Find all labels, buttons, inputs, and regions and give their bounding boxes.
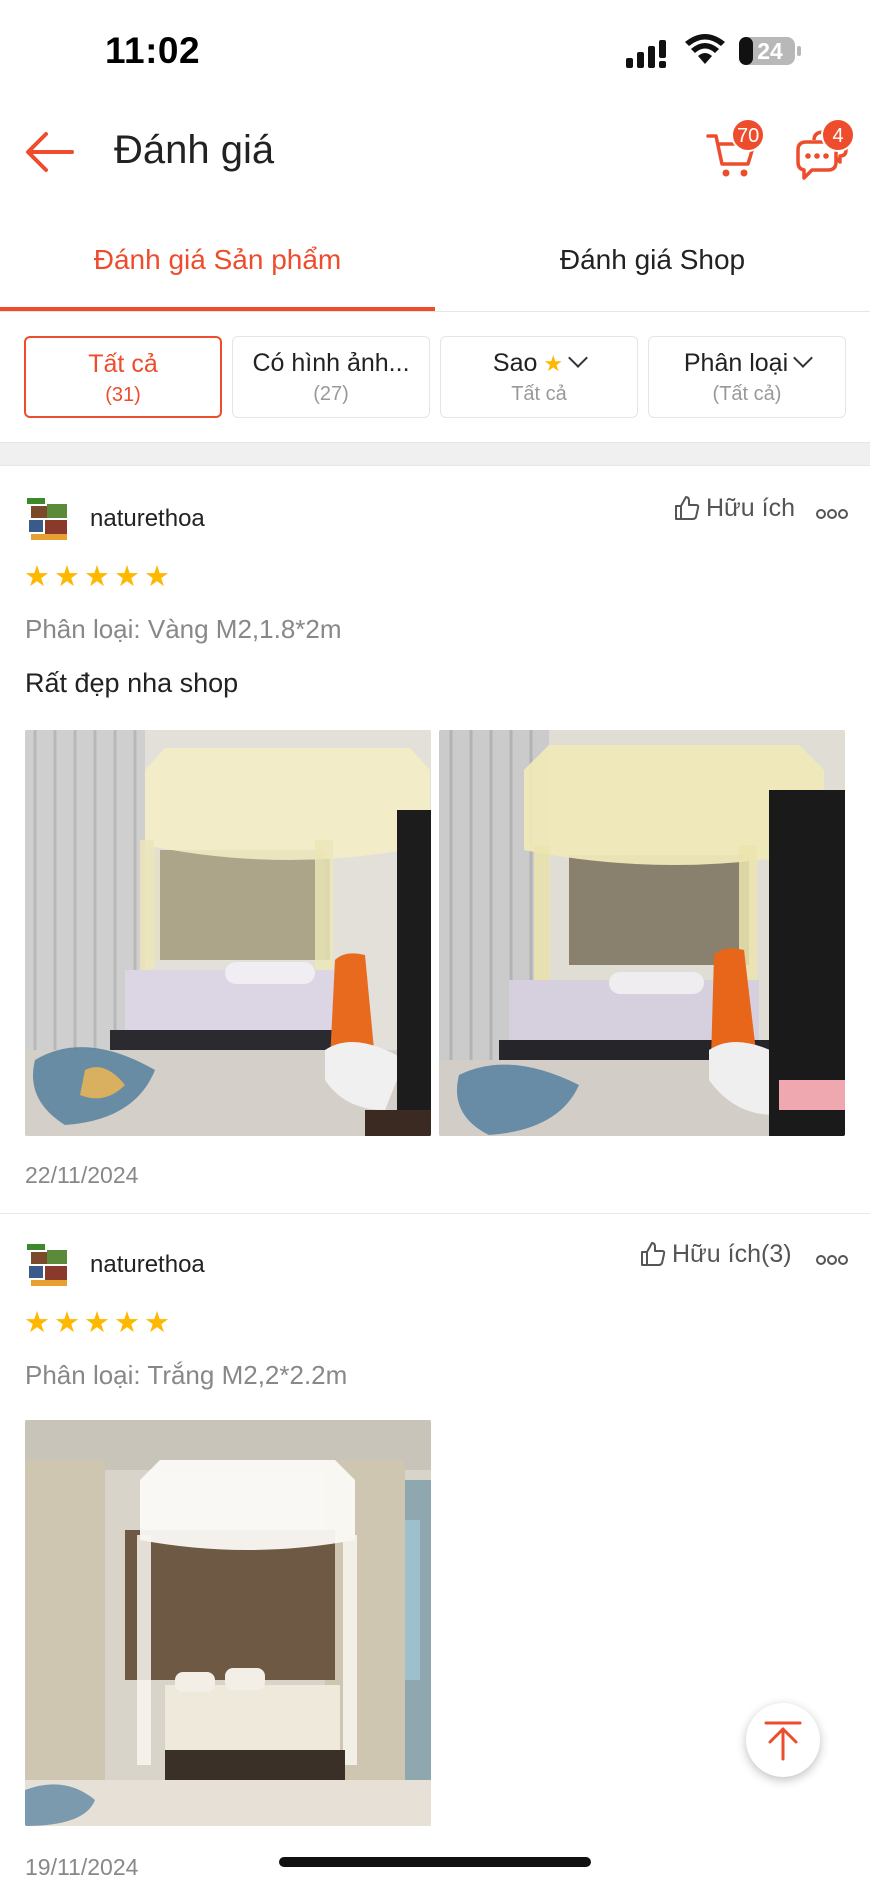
review-username: naturethoa — [90, 1251, 205, 1278]
more-icon[interactable] — [816, 508, 848, 520]
status-bar: 11:02 24 — [0, 0, 870, 100]
filter-with-images-count: (27) — [313, 383, 349, 405]
star-icon: ★ — [54, 1307, 80, 1339]
review-variant: Phân loại: Trắng M2,2*2.2m — [25, 1360, 348, 1390]
star-icon: ★ — [84, 561, 110, 593]
filter-all-count: (31) — [105, 384, 141, 406]
thumbs-up-icon — [641, 1242, 666, 1266]
filter-with-images-label: Có hình ảnh... — [252, 349, 410, 377]
chevron-down-icon — [568, 348, 589, 368]
cart-badge: 70 — [731, 118, 766, 152]
star-icon: ★ — [114, 561, 140, 593]
helpful-label: Hữu ích(3) — [672, 1240, 792, 1268]
star-icon: ★ — [144, 561, 170, 593]
review-variant: Phân loại: Vàng M2,1.8*2m — [25, 614, 342, 644]
more-icon[interactable] — [816, 1254, 848, 1266]
review-comment: Rất đẹp nha shop — [25, 668, 239, 698]
filter-variant[interactable]: Phân loại (Tất cả) — [648, 336, 846, 418]
review-photo[interactable] — [439, 730, 845, 1136]
app-header: Đánh giá 70 4 — [0, 110, 870, 190]
status-time: 11:02 — [105, 30, 201, 71]
tab-shop-reviews[interactable]: Đánh giá Shop — [435, 220, 870, 312]
active-tab-indicator — [0, 307, 435, 311]
star-icon: ★ — [543, 351, 564, 376]
helpful-label: Hữu ích — [706, 494, 795, 522]
filter-bar: Tất cả (31) Có hình ảnh... (27) Sao ★ Tất… — [24, 336, 846, 418]
scroll-to-top-button[interactable] — [746, 1703, 820, 1777]
filter-variant-label: Phân loại — [683, 349, 789, 377]
star-rating: ★ ★ ★ ★ ★ — [24, 1307, 174, 1339]
star-icon: ★ — [144, 1307, 170, 1339]
review-tabs: Đánh giá Sản phẩm Đánh giá Shop — [0, 220, 870, 312]
filter-stars[interactable]: Sao ★ Tất cả — [440, 336, 638, 418]
filter-with-images[interactable]: Có hình ảnh... (27) — [232, 336, 430, 418]
avatar[interactable] — [25, 1242, 71, 1288]
page-title: Đánh giá — [114, 128, 275, 172]
review-photo[interactable] — [25, 1420, 431, 1826]
chat-badge: 4 — [821, 118, 855, 152]
star-rating: ★ ★ ★ ★ ★ — [24, 561, 174, 593]
avatar[interactable] — [25, 496, 71, 542]
star-icon: ★ — [54, 561, 80, 593]
section-divider — [0, 442, 870, 466]
tab-product-reviews[interactable]: Đánh giá Sản phẩm — [0, 220, 435, 312]
filter-all[interactable]: Tất cả (31) — [24, 336, 222, 418]
wifi-icon — [685, 34, 725, 64]
filter-stars-label: Sao — [492, 349, 538, 377]
battery-level: 24 — [757, 38, 783, 64]
filter-all-label: Tất cả — [88, 350, 158, 378]
star-icon: ★ — [24, 561, 50, 593]
review-item: naturethoa Hữu ích(3) ★ ★ ★ ★ ★ Phân loại: T… — [0, 1214, 870, 1883]
helpful-button[interactable]: Hữu ích — [674, 494, 795, 523]
filter-variant-value: (Tất cả) — [712, 383, 782, 405]
filter-stars-value: Tất cả — [511, 383, 567, 405]
cellular-signal-icon — [626, 40, 666, 68]
chevron-down-icon — [793, 348, 814, 368]
helpful-button[interactable]: Hữu ích(3) — [640, 1240, 792, 1269]
star-icon: ★ — [84, 1307, 110, 1339]
review-item: naturethoa Hữu ích ★ ★ ★ ★ ★ Phân loại: Vàng… — [0, 466, 870, 1210]
battery-icon: 24 — [738, 35, 802, 67]
review-date: 22/11/2024 — [25, 1162, 139, 1188]
review-photo[interactable] — [25, 730, 431, 1136]
review-username: naturethoa — [90, 505, 205, 532]
thumbs-up-icon — [675, 496, 700, 520]
star-icon: ★ — [24, 1307, 50, 1339]
review-date: 19/11/2024 — [25, 1854, 139, 1880]
back-arrow-icon[interactable] — [24, 130, 74, 174]
star-icon: ★ — [114, 1307, 140, 1339]
home-indicator — [279, 1857, 591, 1867]
scroll-top-icon — [764, 1721, 802, 1761]
